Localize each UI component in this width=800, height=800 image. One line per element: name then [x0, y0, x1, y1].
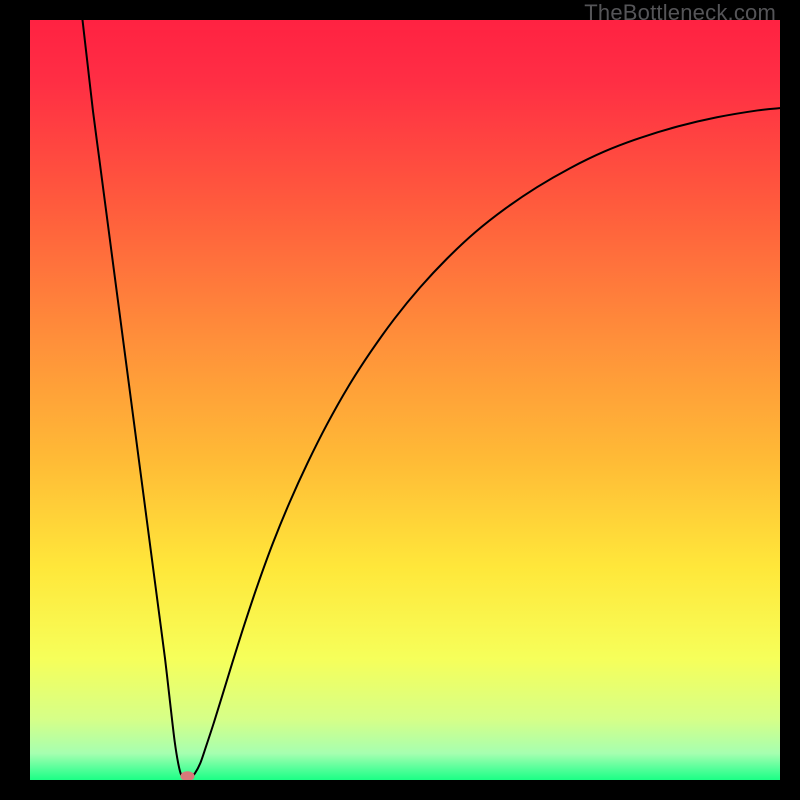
- gradient-background: [30, 20, 780, 780]
- chart-container: TheBottleneck.com: [0, 0, 800, 800]
- chart-svg: [30, 20, 780, 780]
- plot-area: [30, 20, 780, 780]
